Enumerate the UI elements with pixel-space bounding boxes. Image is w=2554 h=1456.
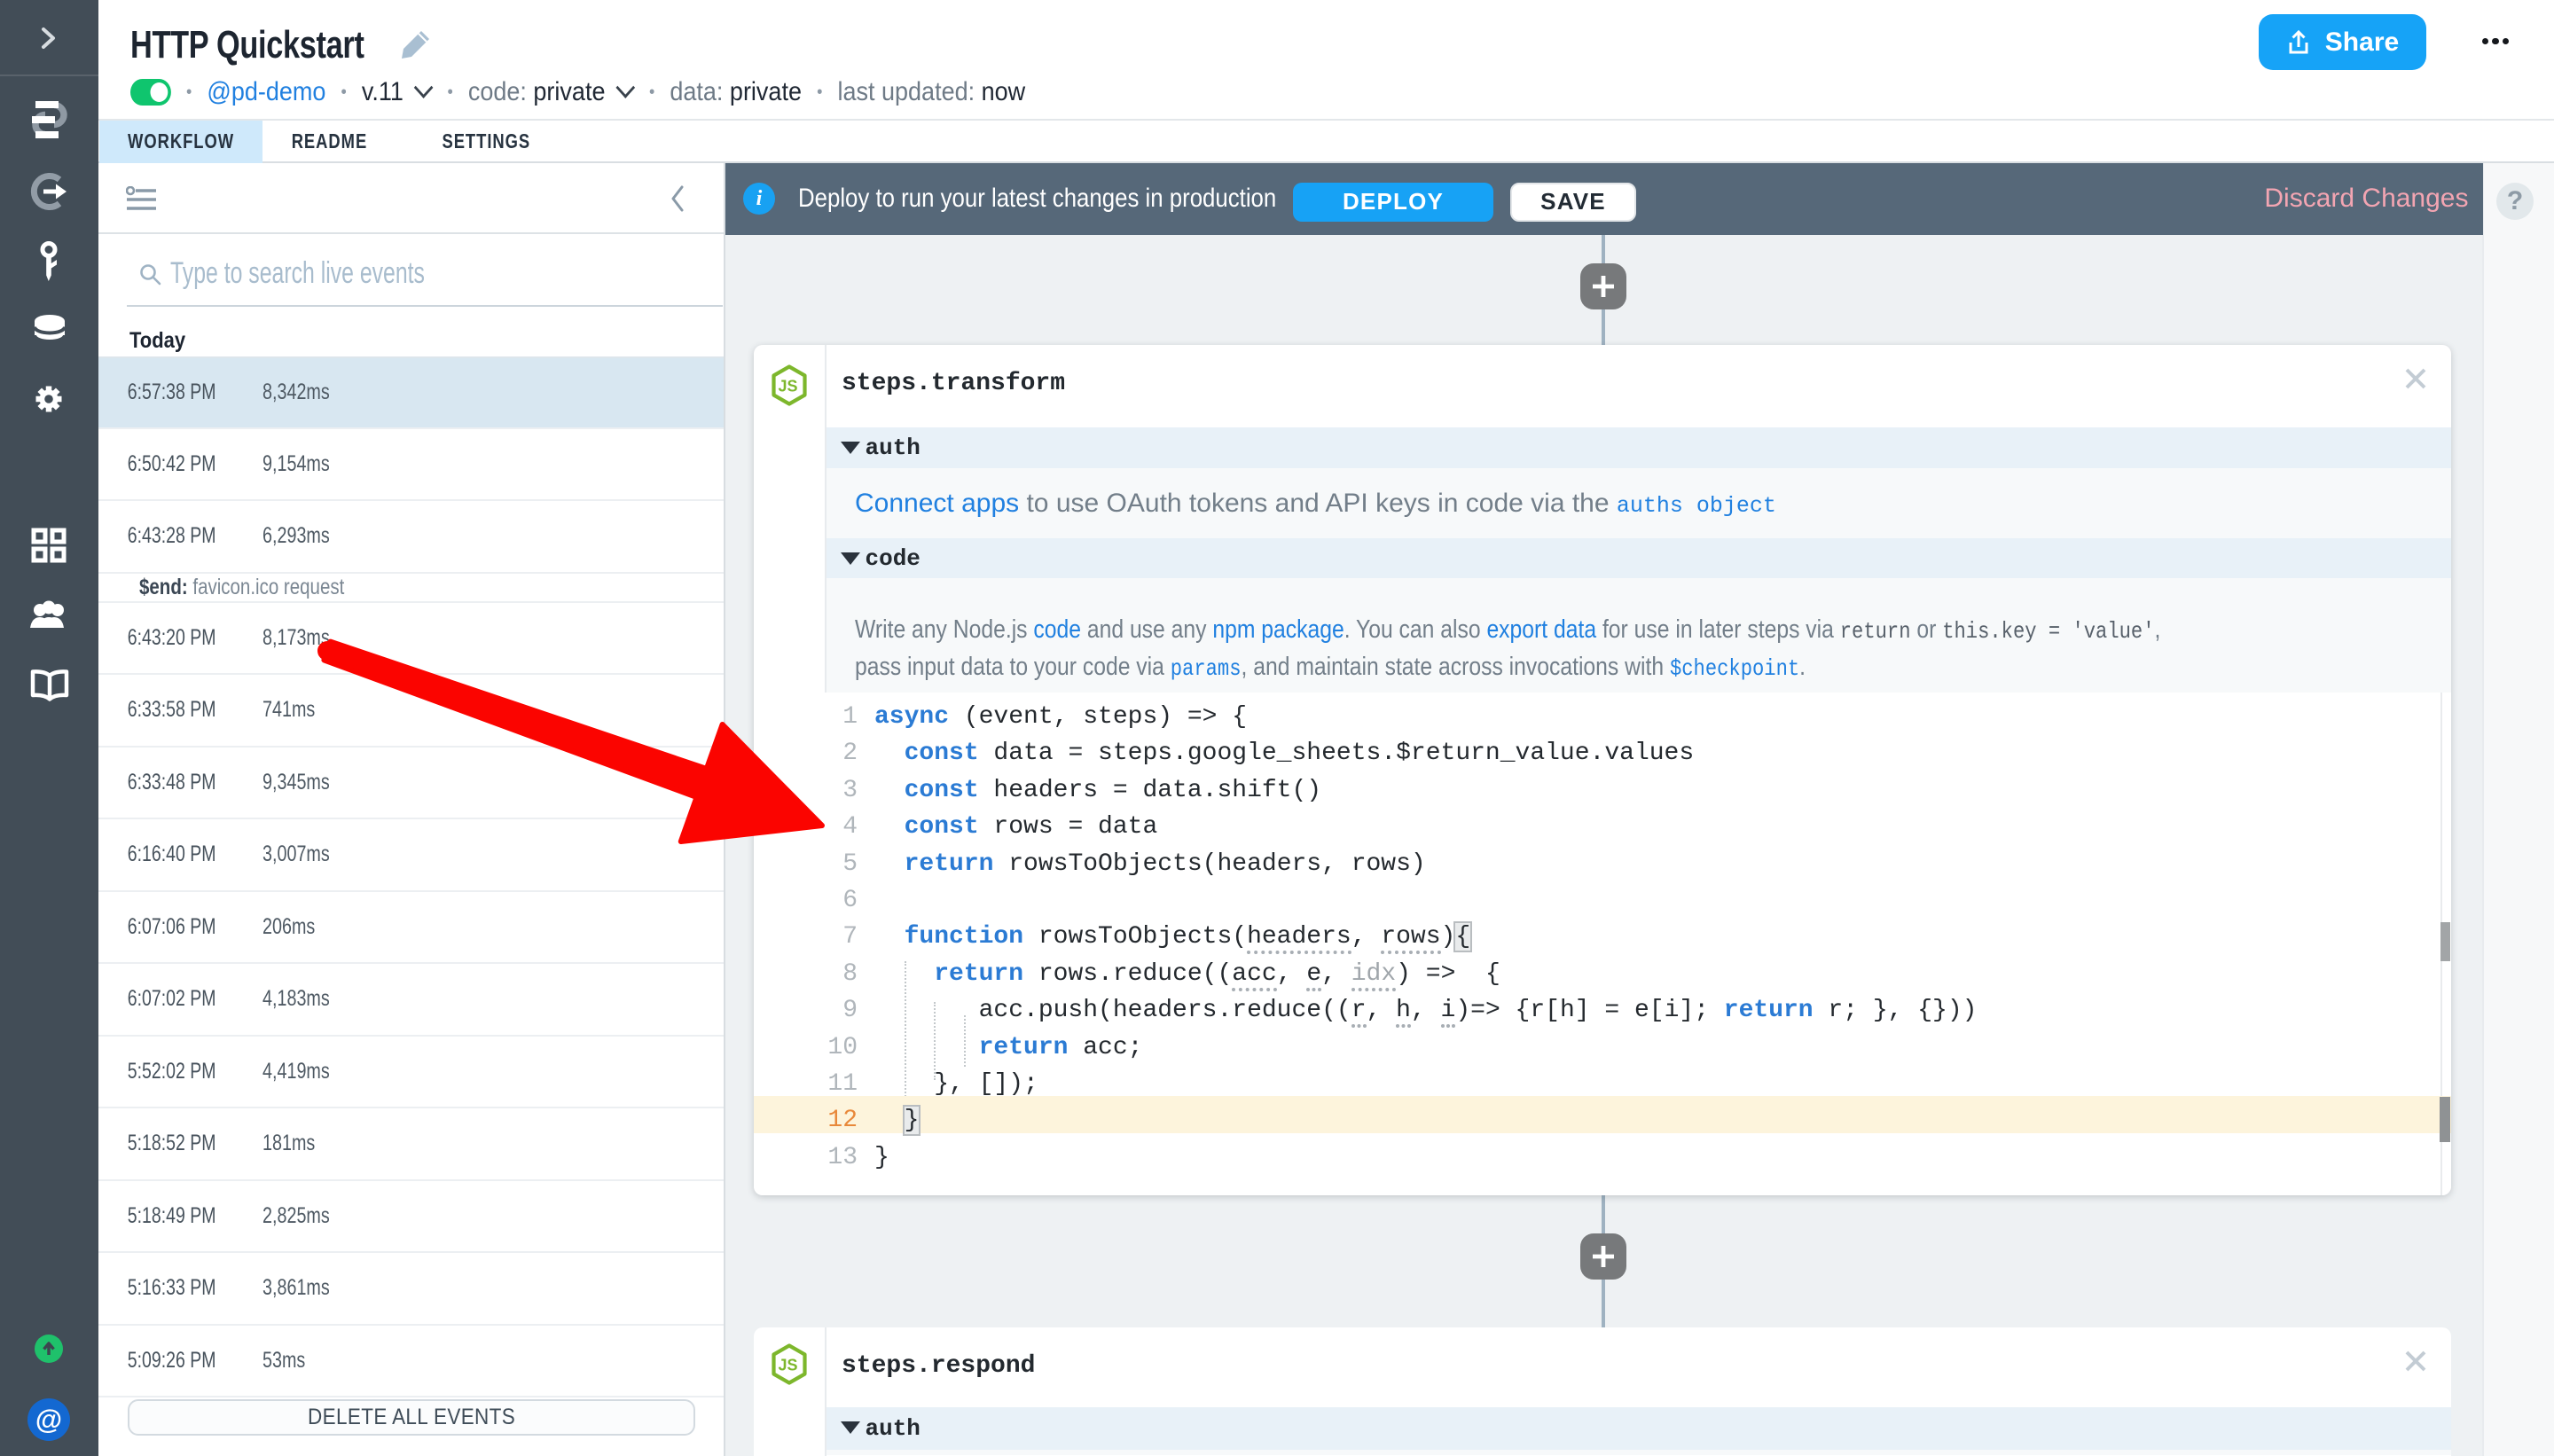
svg-text:JS: JS (779, 378, 798, 395)
svg-text:JS: JS (779, 1357, 798, 1374)
